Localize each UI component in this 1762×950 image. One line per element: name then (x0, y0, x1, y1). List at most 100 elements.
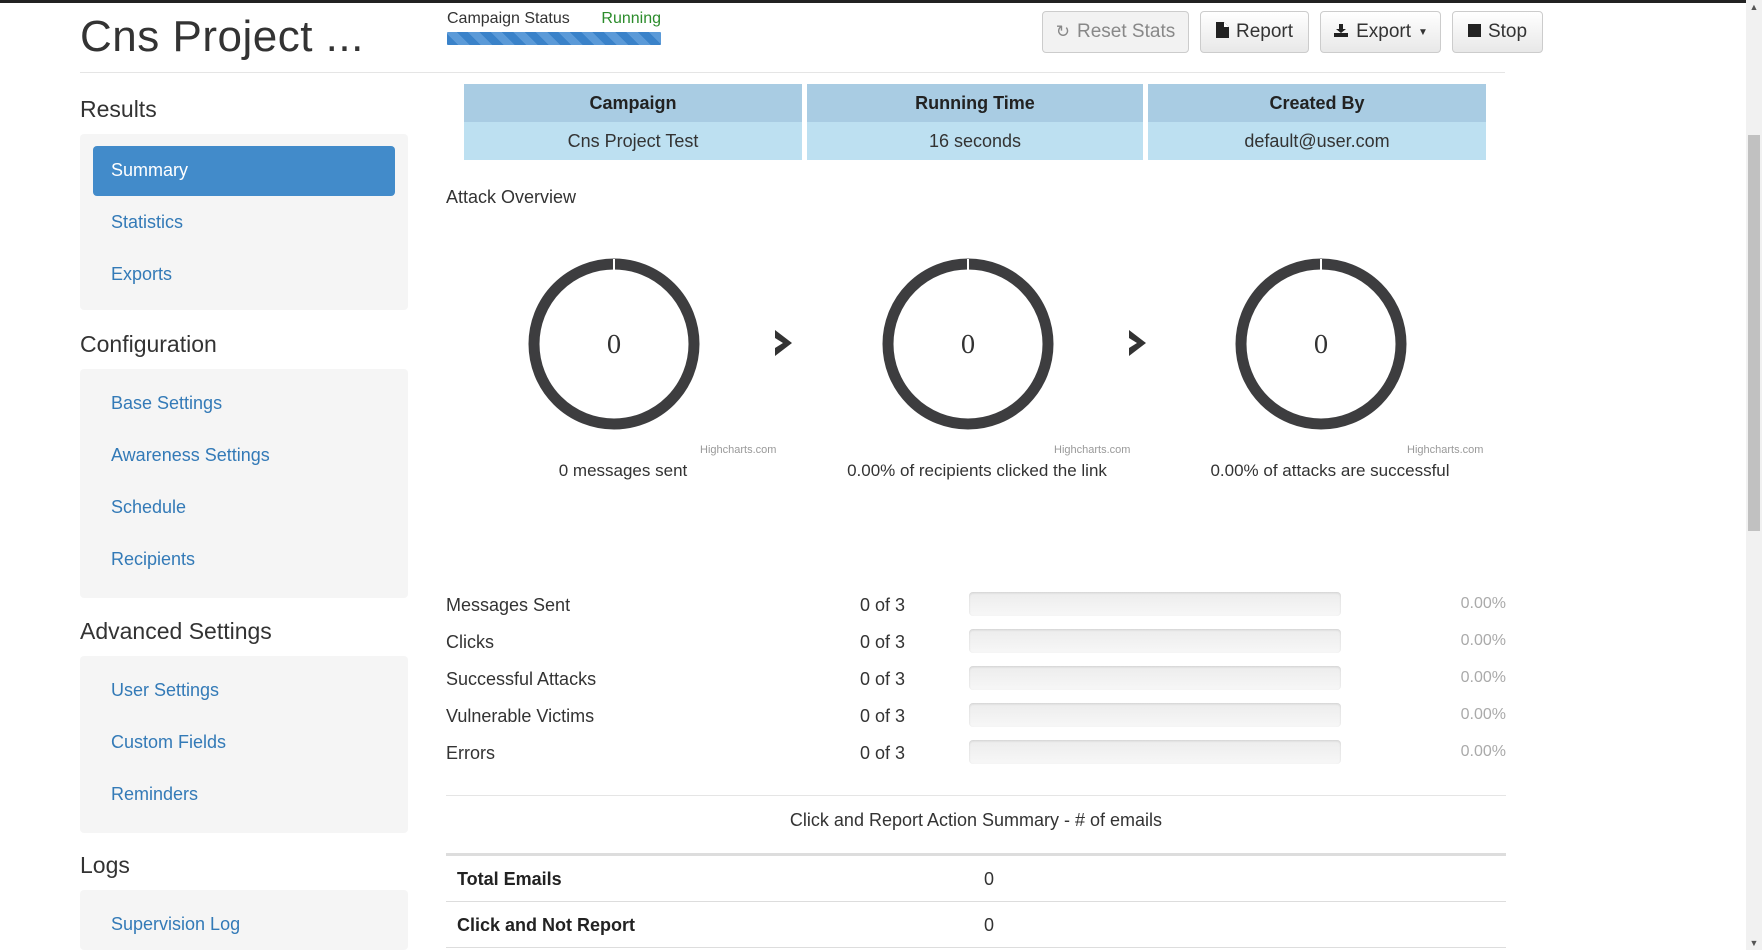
donut-successful-attacks: 0 (1235, 258, 1407, 430)
info-header: Created By (1148, 84, 1486, 122)
progress-row: Vulnerable Victims 0 of 3 0.00% (446, 702, 1506, 732)
progress-row: Clicks 0 of 3 0.00% (446, 628, 1506, 658)
progress-bar (969, 629, 1341, 653)
info-col-running-time: Running Time 16 seconds (807, 84, 1143, 160)
sidebar-item-reminders[interactable]: Reminders (111, 784, 198, 805)
action-summary-table: Total Emails 0 Click and Not Report 0 (446, 853, 1506, 948)
progress-bar (969, 592, 1341, 616)
sidebar-heading-configuration: Configuration (80, 331, 217, 357)
campaign-info-table: Campaign Cns Project Test Running Time 1… (464, 84, 1486, 160)
sidebar-item-label: Summary (111, 160, 189, 180)
donut-caption: 0 messages sent (558, 461, 688, 480)
info-header: Campaign (464, 84, 802, 122)
sidebar-item-statistics[interactable]: Statistics (111, 212, 183, 233)
sidebar-panel-results: Summary Statistics Exports (80, 134, 408, 310)
sidebar-heading-advanced-settings: Advanced Settings (80, 618, 272, 644)
info-col-created-by: Created By default@user.com (1148, 84, 1486, 160)
chart-credit[interactable]: Highcharts.com (1054, 444, 1130, 456)
progress-percent: 0.00% (1460, 669, 1506, 686)
info-header: Running Time (807, 84, 1143, 122)
chevron-right-icon (775, 330, 792, 356)
progress-bar (969, 740, 1341, 764)
progress-count: 0 of 3 (860, 632, 906, 652)
sidebar-item-schedule[interactable]: Schedule (111, 497, 186, 518)
info-value: Cns Project Test (464, 122, 802, 160)
progress-label: Clicks (446, 632, 494, 652)
donut-caption: 0.00% of attacks are successful (1210, 461, 1450, 480)
progress-percent: 0.00% (1460, 595, 1506, 612)
progress-label: Messages Sent (446, 595, 571, 615)
row-value: 0 (984, 869, 995, 889)
section-divider (446, 795, 1506, 796)
donut-value: 0 (606, 331, 621, 359)
file-icon (1215, 21, 1229, 43)
export-button[interactable]: Export ▼ (1320, 11, 1441, 53)
progress-count: 0 of 3 (860, 595, 906, 615)
table-row: Total Emails 0 (446, 856, 1506, 902)
status-label: Campaign Status (447, 10, 570, 27)
info-value: default@user.com (1148, 122, 1486, 160)
donut-clicked-link: 0 (882, 258, 1054, 430)
export-icon (1333, 22, 1349, 43)
progress-count: 0 of 3 (860, 669, 906, 689)
progress-row: Successful Attacks 0 of 3 0.00% (446, 665, 1506, 695)
report-button[interactable]: Report (1200, 11, 1309, 53)
attack-overview-label: Attack Overview (446, 187, 577, 207)
caret-down-icon: ▼ (1418, 26, 1428, 38)
page-title: Cns Project ... (80, 12, 364, 61)
campaign-page: Cns Project ... Campaign Status Running … (0, 0, 1746, 950)
row-key: Click and Not Report (457, 915, 636, 935)
action-summary-title: Click and Report Action Summary - # of e… (789, 810, 1163, 830)
progress-label: Errors (446, 743, 495, 763)
chart-credit[interactable]: Highcharts.com (1407, 444, 1483, 456)
stop-button[interactable]: Stop (1452, 11, 1543, 53)
sidebar-panel-advanced: User Settings Custom Fields Reminders (80, 656, 408, 833)
scrollbar-thumb[interactable] (1748, 135, 1760, 531)
sidebar-heading-results: Results (80, 96, 157, 122)
sidebar-item-supervision-log[interactable]: Supervision Log (111, 914, 240, 935)
reset-stats-label: Reset Stats (1077, 21, 1176, 42)
reset-stats-button[interactable]: ↻ Reset Stats (1042, 11, 1189, 53)
progress-percent: 0.00% (1460, 632, 1506, 649)
progress-bar (969, 666, 1341, 690)
sidebar-item-exports[interactable]: Exports (111, 264, 172, 285)
table-row: Click and Not Report 0 (446, 902, 1506, 948)
report-label: Report (1235, 21, 1294, 42)
row-value: 0 (984, 915, 995, 935)
chart-credit[interactable]: Highcharts.com (700, 444, 776, 456)
stop-icon (1467, 22, 1481, 42)
sidebar-item-summary[interactable]: Summary (93, 146, 395, 196)
campaign-status: Campaign Status Running (447, 10, 661, 45)
sidebar-item-awareness-settings[interactable]: Awareness Settings (111, 445, 270, 466)
export-label: Export (1356, 21, 1411, 42)
chevron-right-icon (1129, 330, 1146, 356)
progress-bar (969, 703, 1341, 727)
progress-label: Vulnerable Victims (446, 706, 595, 726)
header-divider (80, 72, 1505, 73)
sidebar-panel-configuration: Base Settings Awareness Settings Schedul… (80, 369, 408, 598)
sidebar-item-base-settings[interactable]: Base Settings (111, 393, 222, 414)
progress-percent: 0.00% (1460, 706, 1506, 723)
sidebar-heading-logs: Logs (80, 852, 130, 878)
donut-value: 0 (1313, 331, 1328, 359)
status-value: Running (601, 10, 661, 27)
stop-label: Stop (1487, 21, 1528, 42)
row-key: Total Emails (457, 869, 562, 889)
progress-count: 0 of 3 (860, 706, 906, 726)
sidebar-item-custom-fields[interactable]: Custom Fields (111, 732, 226, 753)
vertical-scrollbar[interactable]: ▲ ▼ (1746, 0, 1762, 950)
refresh-icon: ↻ (1055, 22, 1071, 41)
progress-row: Messages Sent 0 of 3 0.00% (446, 591, 1506, 621)
progress-label: Successful Attacks (446, 669, 597, 689)
donut-caption: 0.00% of recipients clicked the link (847, 461, 1107, 480)
scroll-down-icon[interactable]: ▼ (1749, 938, 1759, 948)
scroll-up-icon[interactable]: ▲ (1749, 2, 1759, 12)
sidebar-item-recipients[interactable]: Recipients (111, 549, 195, 570)
progress-count: 0 of 3 (860, 743, 906, 763)
progress-percent: 0.00% (1460, 743, 1506, 760)
info-value: 16 seconds (807, 122, 1143, 160)
progress-row: Errors 0 of 3 0.00% (446, 739, 1506, 769)
sidebar-item-user-settings[interactable]: User Settings (111, 680, 219, 701)
info-col-campaign: Campaign Cns Project Test (464, 84, 802, 160)
sidebar-panel-logs: Supervision Log (80, 890, 408, 950)
